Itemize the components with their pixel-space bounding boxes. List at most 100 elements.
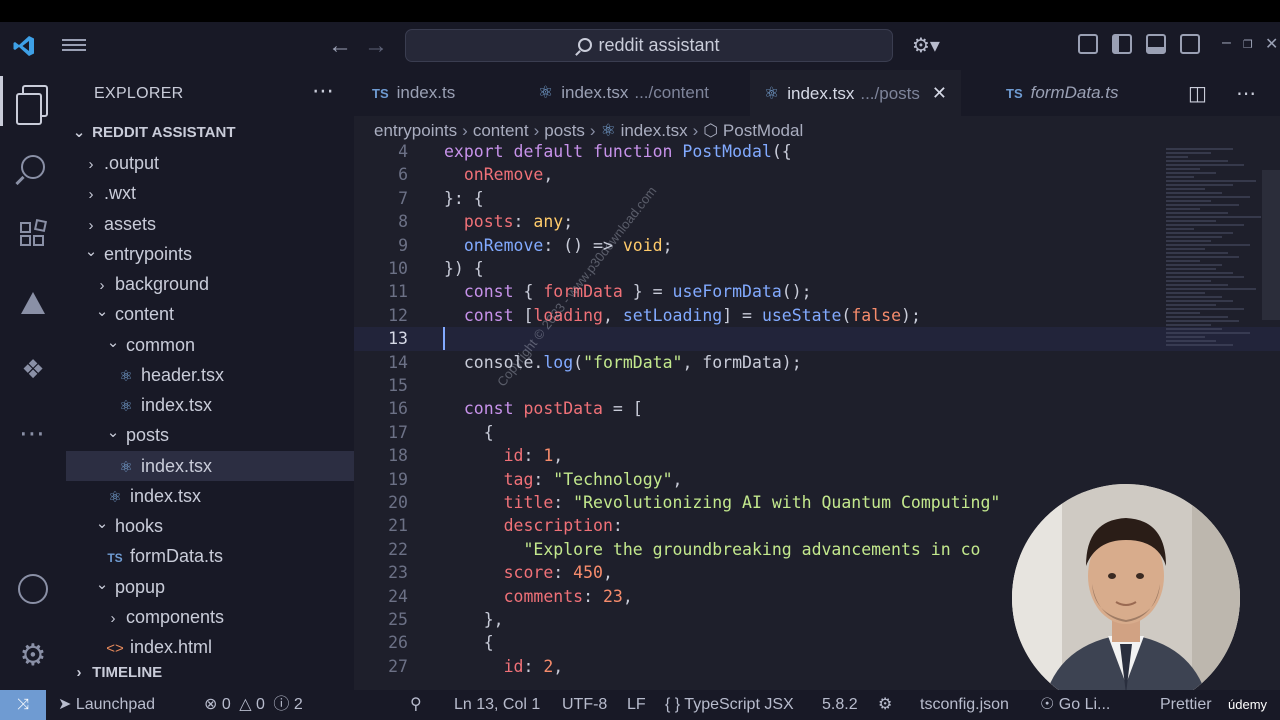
minimap-line xyxy=(1166,296,1222,298)
tree-item[interactable]: ⚛ index.tsx xyxy=(66,390,354,420)
code-token: id xyxy=(503,656,524,676)
code-line: 6 onRemove, xyxy=(354,163,1280,186)
breadcrumb-item[interactable]: posts xyxy=(544,121,585,140)
minimap-line xyxy=(1166,300,1234,302)
editor-tab[interactable]: ⚛ index.tsx .../posts ✕ xyxy=(750,70,961,116)
title-bar: ← → reddit assistant ⚙▾ – ❐ ✕ xyxy=(0,22,1280,70)
extensions-activity[interactable] xyxy=(0,210,66,260)
code-token: (); xyxy=(781,282,812,302)
tree-item[interactable]: ⌄ posts xyxy=(66,420,354,450)
bird-extension-activity[interactable]: ❖ xyxy=(0,344,66,394)
accounts-activity[interactable] xyxy=(0,564,66,614)
minimap-line xyxy=(1166,308,1245,310)
minimap-line xyxy=(1166,188,1206,190)
tree-item[interactable]: ⌄ content xyxy=(66,299,354,329)
tree-item[interactable]: ⌄ common xyxy=(66,330,354,360)
minimap-line xyxy=(1166,324,1211,326)
split-editor-icon[interactable]: ◫ xyxy=(1188,81,1207,106)
command-center-search[interactable]: reddit assistant xyxy=(405,29,893,62)
code-token: ] = xyxy=(722,305,762,325)
zoom-icon[interactable]: ⚲ xyxy=(410,690,422,720)
toggle-primary-sidebar-icon[interactable] xyxy=(1112,34,1132,54)
code-line: 15 xyxy=(354,374,1280,397)
tree-item[interactable]: › .output xyxy=(66,148,354,178)
breadcrumb-item[interactable]: entrypoints xyxy=(374,121,457,140)
search-activity[interactable] xyxy=(0,142,66,192)
minimap-line xyxy=(1166,152,1211,154)
more-activity[interactable]: ⋯ xyxy=(0,408,66,458)
tree-item[interactable]: ⚛ header.tsx xyxy=(66,360,354,390)
tree-item[interactable]: › components xyxy=(66,602,354,632)
tree-item[interactable]: › .wxt xyxy=(66,178,354,208)
line-ending[interactable]: LF xyxy=(627,690,646,720)
toggle-secondary-sidebar-icon[interactable] xyxy=(1180,34,1200,54)
forward-arrow-icon[interactable]: → xyxy=(364,32,388,60)
code-line: 8 posts: any; xyxy=(354,210,1280,233)
timeline-title: TIMELINE xyxy=(92,664,163,681)
tree-item[interactable]: › assets xyxy=(66,209,354,239)
cursor-position[interactable]: Ln 13, Col 1 xyxy=(454,690,540,720)
code-token: export default function xyxy=(444,142,683,161)
encoding[interactable]: UTF-8 xyxy=(562,690,607,720)
code-token: "formData" xyxy=(583,352,683,372)
code-token: onRemove xyxy=(463,235,544,255)
remote-indicator[interactable]: ⤨ xyxy=(0,690,46,720)
back-arrow-icon[interactable]: ← xyxy=(328,32,352,60)
info-count: 2 xyxy=(293,696,303,713)
breadcrumb-item[interactable]: index.tsx xyxy=(621,121,688,140)
code-token: : xyxy=(513,212,534,232)
explorer-more-icon[interactable]: ⋯ xyxy=(312,78,334,104)
copilot-icon[interactable]: ⚙▾ xyxy=(912,33,940,58)
problems-item[interactable]: ⊗ 0 △ 0 ⓘ 2 xyxy=(204,690,303,720)
minimize-icon[interactable]: – xyxy=(1222,34,1231,52)
tree-item[interactable]: ⌄ entrypoints xyxy=(66,239,354,269)
manage-activity[interactable]: ⚙ xyxy=(0,630,66,680)
hamburger-menu-icon[interactable] xyxy=(62,36,86,56)
breadcrumb-item[interactable]: content xyxy=(473,121,529,140)
editor-more-icon[interactable]: ⋯ xyxy=(1236,81,1256,106)
tree-item-label: index.tsx xyxy=(130,485,202,506)
code-token: const xyxy=(463,305,524,325)
close-tab-icon[interactable]: ✕ xyxy=(932,83,947,103)
editor-tab[interactable]: TS index.ts xyxy=(372,70,455,116)
code-token: postData xyxy=(523,399,603,419)
language-mode[interactable]: { } TypeScript JSX xyxy=(665,690,794,720)
tree-item[interactable]: ⌄ hooks xyxy=(66,511,354,541)
project-root[interactable]: ⌄ REDDIT ASSISTANT xyxy=(66,118,354,148)
minimap-line xyxy=(1166,340,1217,342)
tree-item[interactable]: › background xyxy=(66,269,354,299)
testing-activity[interactable] xyxy=(0,278,66,328)
minimap-line xyxy=(1166,280,1211,282)
scrollbar-thumb[interactable] xyxy=(1262,170,1280,320)
tree-item-label: background xyxy=(115,274,210,294)
customize-layout-icon[interactable] xyxy=(1078,34,1098,54)
close-window-icon[interactable]: ✕ xyxy=(1265,34,1278,54)
error-count: 0 xyxy=(221,696,231,713)
editor-tab[interactable]: TS formData.ts xyxy=(1006,70,1118,116)
copilot-status-icon[interactable]: ⚙ xyxy=(878,690,892,720)
prettier-item[interactable]: Prettier xyxy=(1160,690,1212,720)
ts-version[interactable]: 5.8.2 xyxy=(822,690,858,720)
tree-item[interactable]: TS formData.ts xyxy=(66,541,354,571)
tree-item[interactable]: ⚛ index.tsx xyxy=(66,481,354,511)
editor-tab[interactable]: ⚛ index.tsx .../content xyxy=(538,70,709,116)
timeline-section[interactable]: › TIMELINE xyxy=(66,658,354,688)
tsconfig-item[interactable]: tsconfig.json xyxy=(920,690,1009,720)
tree-item-label: .output xyxy=(104,153,160,173)
minimap-line xyxy=(1166,292,1206,294)
explorer-activity[interactable] xyxy=(0,76,66,126)
launchpad-item[interactable]: ➤ Launchpad xyxy=(58,690,155,720)
breadcrumb-item[interactable]: PostModal xyxy=(723,121,803,140)
code-text: score: 450, xyxy=(444,561,613,584)
toggle-panel-icon[interactable] xyxy=(1146,34,1166,54)
bird-icon: ❖ xyxy=(21,353,45,384)
go-live-item[interactable]: ☉ Go Li... xyxy=(1040,690,1110,720)
code-line: 4 export default function PostModal({ xyxy=(354,140,1280,163)
tree-item-label: hooks xyxy=(115,516,164,536)
minimap-line xyxy=(1166,304,1217,306)
tree-item[interactable]: ⚛ index.tsx xyxy=(66,450,354,481)
tree-item[interactable]: ⌄ popup xyxy=(66,572,354,602)
restore-icon[interactable]: ❐ xyxy=(1243,38,1253,51)
code-token: , xyxy=(672,469,683,489)
